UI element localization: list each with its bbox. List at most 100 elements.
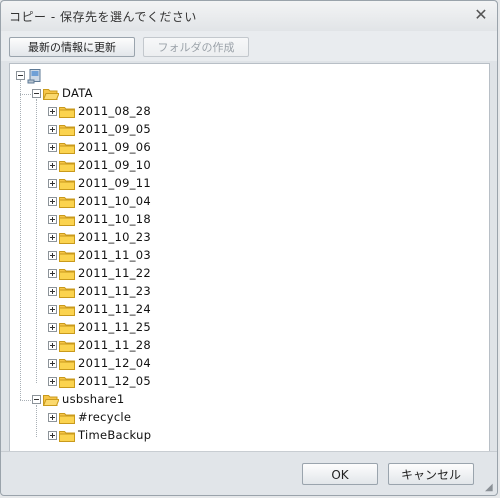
tree-folder-label: 2011_09_06 — [78, 140, 152, 154]
folder-icon — [59, 106, 75, 118]
expand-toggle-icon[interactable] — [48, 341, 57, 350]
tree-folder-item[interactable]: 2011_10_18 — [10, 211, 480, 229]
expand-toggle-icon[interactable] — [48, 323, 57, 332]
tree-folder-item[interactable]: 2011_09_06 — [10, 139, 480, 157]
folder-icon — [59, 304, 75, 316]
dialog-titlebar[interactable]: コピー - 保存先を選んでください ✕ — [1, 1, 497, 32]
folder-icon — [59, 178, 75, 190]
tree-folder-item[interactable]: 2011_12_05 — [10, 373, 480, 391]
folder-icon — [59, 358, 75, 370]
tree-folder-item[interactable]: 2011_11_23 — [10, 283, 480, 301]
tree-folder-label: 2011_11_23 — [78, 284, 152, 298]
folder-icon — [59, 196, 75, 208]
tree-folder-label: 2011_10_23 — [78, 230, 152, 244]
tree-folder-item[interactable]: 2011_11_25 — [10, 319, 480, 337]
tree-connector — [20, 80, 21, 400]
folder-open-icon — [43, 88, 59, 100]
tree-folder-label: 2011_11_03 — [78, 248, 152, 262]
expand-toggle-icon[interactable] — [48, 161, 57, 170]
tree-folder-item[interactable]: 2011_11_22 — [10, 265, 480, 283]
collapse-toggle-icon[interactable] — [16, 71, 25, 80]
cancel-button[interactable]: キャンセル — [388, 463, 474, 485]
tree-folder-item[interactable]: #recycle — [10, 409, 480, 427]
expand-toggle-icon[interactable] — [48, 107, 57, 116]
expand-toggle-icon[interactable] — [48, 179, 57, 188]
copy-destination-dialog: コピー - 保存先を選んでください ✕ 最新の情報に更新 フォルダの作成 DAT… — [0, 0, 498, 496]
folder-icon — [59, 340, 75, 352]
tree-folder-item[interactable]: 2011_09_11 — [10, 175, 480, 193]
tree-folder-label: 2011_11_28 — [78, 338, 152, 352]
tree-folder-label: 2011_09_10 — [78, 158, 152, 172]
tree-folder-item[interactable]: 2011_11_28 — [10, 337, 480, 355]
tree-share[interactable]: DATA — [10, 85, 480, 103]
tree-folder-label: 2011_10_18 — [78, 212, 152, 226]
tree-connector — [20, 400, 31, 401]
tree-folder-label: 2011_08_28 — [78, 104, 152, 118]
tree-folder-label: 2011_12_04 — [78, 356, 152, 370]
folder-icon — [59, 322, 75, 334]
folder-icon — [59, 430, 75, 442]
tree-folder-label: 2011_12_05 — [78, 374, 152, 388]
dialog-footer: OK キャンセル ◢ — [1, 451, 497, 495]
folder-open-icon — [43, 394, 59, 406]
tree-folder-item[interactable]: 2011_12_04 — [10, 355, 480, 373]
tree-folder-item[interactable]: 2011_08_28 — [10, 103, 480, 121]
tree-folder-item[interactable]: 2011_11_24 — [10, 301, 480, 319]
folder-icon — [59, 268, 75, 280]
computer-icon — [27, 68, 43, 84]
tree-folder-label: TimeBackup — [78, 428, 152, 442]
folder-icon — [59, 142, 75, 154]
tree-folder-item[interactable]: 2011_09_10 — [10, 157, 480, 175]
tree-connector — [36, 405, 37, 437]
expand-toggle-icon[interactable] — [48, 269, 57, 278]
tree-share[interactable]: usbshare1 — [10, 391, 480, 409]
refresh-button[interactable]: 最新の情報に更新 — [9, 37, 135, 57]
folder-icon — [59, 232, 75, 244]
tree-share-label: usbshare1 — [62, 392, 125, 406]
dialog-title: コピー - 保存先を選んでください — [9, 10, 197, 24]
expand-toggle-icon[interactable] — [48, 143, 57, 152]
expand-toggle-icon[interactable] — [48, 377, 57, 386]
tree-folder-label: #recycle — [78, 410, 132, 424]
expand-toggle-icon[interactable] — [48, 305, 57, 314]
tree-folder-item[interactable]: 2011_10_23 — [10, 229, 480, 247]
tree-connector — [36, 99, 37, 383]
expand-toggle-icon[interactable] — [48, 413, 57, 422]
folder-icon — [59, 376, 75, 388]
tree-root[interactable] — [10, 67, 480, 85]
collapse-toggle-icon[interactable] — [32, 89, 41, 98]
tree-folder-label: 2011_11_25 — [78, 320, 152, 334]
tree-folder-label: 2011_11_24 — [78, 302, 152, 316]
tree-connector — [20, 94, 31, 95]
expand-toggle-icon[interactable] — [48, 287, 57, 296]
create-folder-button[interactable]: フォルダの作成 — [143, 37, 249, 57]
tree-folder-label: 2011_10_04 — [78, 194, 152, 208]
folder-icon — [59, 124, 75, 136]
tree-folder-item[interactable]: 2011_10_04 — [10, 193, 480, 211]
ok-button[interactable]: OK — [302, 463, 378, 485]
folder-icon — [59, 214, 75, 226]
expand-toggle-icon[interactable] — [48, 197, 57, 206]
expand-toggle-icon[interactable] — [48, 431, 57, 440]
expand-toggle-icon[interactable] — [48, 215, 57, 224]
tree-folder-label: 2011_09_11 — [78, 176, 152, 190]
folder-icon — [59, 286, 75, 298]
expand-toggle-icon[interactable] — [48, 359, 57, 368]
folder-icon — [59, 160, 75, 172]
tree-folder-label: 2011_11_22 — [78, 266, 152, 280]
expand-toggle-icon[interactable] — [48, 125, 57, 134]
tree-folder-item[interactable]: 2011_11_03 — [10, 247, 480, 265]
tree-folder-label: 2011_09_05 — [78, 122, 152, 136]
close-icon[interactable]: ✕ — [471, 5, 491, 25]
tree-folder-item[interactable]: TimeBackup — [10, 427, 480, 445]
resize-grip-icon[interactable]: ◢ — [485, 483, 495, 493]
tree-folder-item[interactable]: 2011_09_05 — [10, 121, 480, 139]
collapse-toggle-icon[interactable] — [32, 395, 41, 404]
tree-share-label: DATA — [62, 86, 93, 100]
expand-toggle-icon[interactable] — [48, 233, 57, 242]
folder-tree[interactable]: DATA 2011_08_28 2011_09_05 2011_09_06 2011_0… — [9, 63, 490, 453]
expand-toggle-icon[interactable] — [48, 251, 57, 260]
folder-icon — [59, 250, 75, 262]
folder-icon — [59, 412, 75, 424]
toolbar: 最新の情報に更新 フォルダの作成 — [1, 31, 497, 61]
